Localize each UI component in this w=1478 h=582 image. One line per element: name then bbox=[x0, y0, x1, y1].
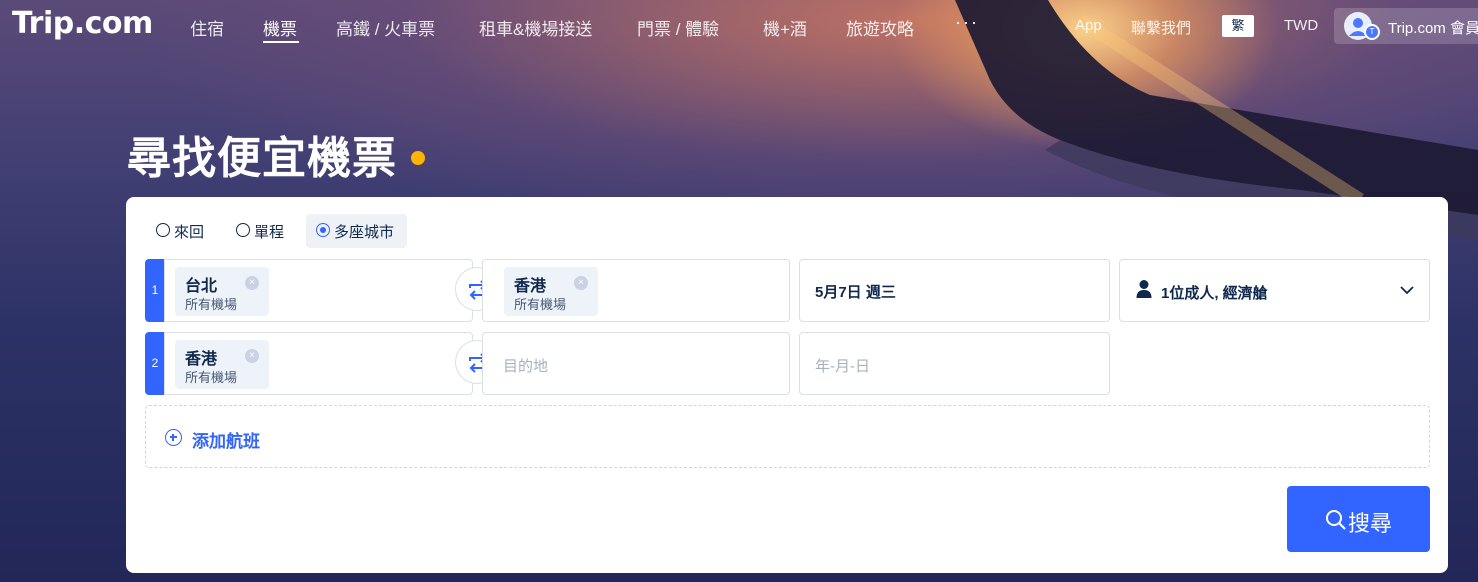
language-selector[interactable]: 繁 bbox=[1222, 15, 1254, 37]
segment-1-index: 1 bbox=[145, 259, 165, 322]
radio-icon bbox=[236, 223, 250, 237]
tripcom-logo[interactable]: Trip.com bbox=[12, 6, 153, 41]
trip-type-one-way[interactable]: 單程 bbox=[236, 214, 296, 248]
destination-city-chip: 香港 所有機場 × bbox=[504, 267, 598, 316]
top-navigation: Trip.com 住宿 機票 高鐵 / 火車票 租車&機場接送 門票 / 體驗 … bbox=[0, 0, 1478, 52]
city-name: 香港 bbox=[514, 278, 547, 295]
segment-2-date-field[interactable]: 年-月-日 bbox=[799, 332, 1110, 395]
trip-type-multi-city[interactable]: 多座城市 bbox=[306, 214, 407, 248]
city-name: 香港 bbox=[185, 351, 218, 368]
segment-1-date-field[interactable]: 5月7日 週三 bbox=[799, 259, 1110, 322]
member-login-button[interactable]: T Trip.com 會員 bbox=[1334, 8, 1478, 44]
clear-icon[interactable]: × bbox=[245, 276, 259, 290]
segment-1-origin-field[interactable]: 台北 所有機場 × bbox=[164, 259, 473, 322]
city-airport-label: 所有機場 bbox=[185, 297, 238, 312]
search-label: 搜尋 bbox=[1348, 511, 1393, 536]
trip-type-label: 來回 bbox=[174, 224, 205, 241]
passenger-class-value: 1位成人, 經濟艙 bbox=[1161, 285, 1268, 302]
member-label: Trip.com 會員 bbox=[1388, 20, 1478, 37]
radio-selected-icon bbox=[316, 223, 330, 237]
page-title: 尋找便宜機票 bbox=[127, 133, 397, 184]
radio-icon bbox=[156, 223, 170, 237]
search-button[interactable]: 搜尋 bbox=[1287, 486, 1430, 552]
origin-city-chip: 香港 所有機場 × bbox=[175, 340, 269, 389]
flight-search-card: 來回 單程 多座城市 1 台北 所有機場 × 香港 所有機場 × 5月7日 週三 bbox=[126, 197, 1448, 573]
nav-hotels[interactable]: 住宿 bbox=[190, 15, 224, 40]
app-link[interactable]: App bbox=[1075, 17, 1102, 34]
trip-type-label: 多座城市 bbox=[334, 224, 395, 241]
departure-date: 5月7日 週三 bbox=[815, 284, 896, 301]
chevron-down-icon bbox=[1400, 286, 1414, 295]
segment-2-origin-field[interactable]: 香港 所有機場 × bbox=[164, 332, 473, 395]
nav-active-indicator bbox=[263, 41, 299, 43]
clear-icon[interactable]: × bbox=[574, 276, 588, 290]
add-flight-button[interactable]: 添加航班 bbox=[145, 405, 1430, 468]
add-flight-label: 添加航班 bbox=[192, 432, 260, 451]
city-airport-label: 所有機場 bbox=[514, 297, 567, 312]
city-name: 台北 bbox=[185, 278, 218, 295]
origin-city-chip: 台北 所有機場 × bbox=[175, 267, 269, 316]
segment-2-index: 2 bbox=[145, 332, 165, 395]
passenger-class-selector[interactable]: 1位成人, 經濟艙 bbox=[1119, 259, 1430, 322]
nav-flights[interactable]: 機票 bbox=[263, 15, 297, 40]
more-menu-icon[interactable]: ··· bbox=[955, 12, 979, 33]
trip-type-label: 單程 bbox=[254, 224, 285, 241]
search-icon bbox=[1326, 510, 1346, 530]
destination-placeholder: 目的地 bbox=[503, 358, 549, 375]
nav-travel-guides[interactable]: 旅遊攻略 bbox=[846, 15, 914, 40]
plus-circle-icon bbox=[165, 429, 182, 446]
currency-selector[interactable]: TWD bbox=[1284, 17, 1318, 34]
segment-1-destination-field[interactable]: 香港 所有機場 × bbox=[482, 259, 790, 322]
member-badge-icon: T bbox=[1364, 24, 1380, 40]
title-accent-dot bbox=[411, 151, 425, 165]
nav-attractions[interactable]: 門票 / 體驗 bbox=[637, 15, 719, 40]
trip-type-round-trip[interactable]: 來回 bbox=[156, 214, 216, 248]
nav-flight-hotel[interactable]: 機+酒 bbox=[763, 15, 807, 40]
contact-link[interactable]: 聯繫我們 bbox=[1131, 17, 1191, 38]
date-placeholder: 年-月-日 bbox=[815, 358, 870, 375]
segment-2-destination-field[interactable]: 目的地 bbox=[482, 332, 790, 395]
nav-car-rental[interactable]: 租車&機場接送 bbox=[479, 15, 592, 40]
nav-trains[interactable]: 高鐵 / 火車票 bbox=[336, 15, 435, 40]
person-icon bbox=[1136, 280, 1152, 298]
city-airport-label: 所有機場 bbox=[185, 370, 238, 385]
clear-icon[interactable]: × bbox=[245, 349, 259, 363]
